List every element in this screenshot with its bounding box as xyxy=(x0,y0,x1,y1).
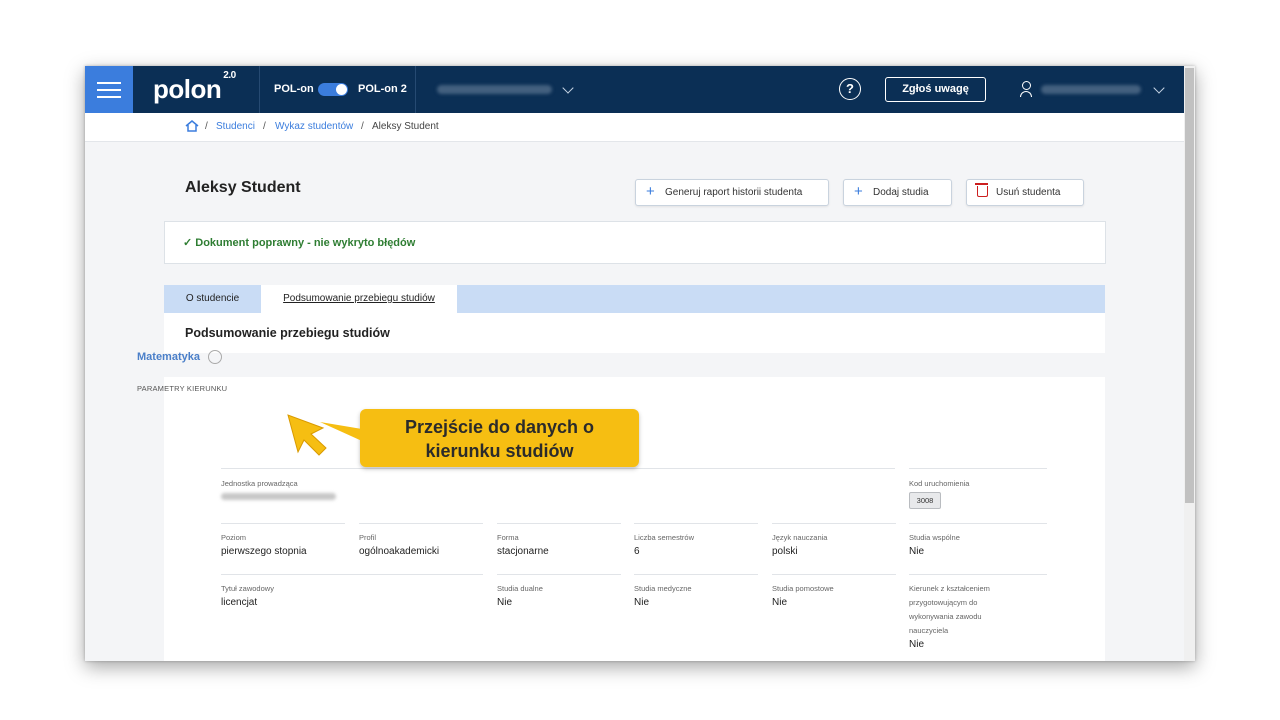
bridging-label: Studia pomostowe xyxy=(772,584,834,593)
callout-line-2: kierunku studiów xyxy=(425,441,574,461)
params-header: PARAMETRY KIERUNKU xyxy=(137,384,228,393)
menu-icon[interactable] xyxy=(85,66,133,113)
callout-line-1: Przejście do danych o xyxy=(404,417,595,437)
info-circle-icon[interactable] xyxy=(208,350,222,364)
profile-label: Profil xyxy=(359,533,377,542)
bridging-value: Nie xyxy=(772,597,788,608)
semesters-label: Liczba semestrów xyxy=(634,533,695,542)
plus-icon: + xyxy=(854,183,863,200)
form-value: stacjonarne xyxy=(497,546,549,557)
app-window: polon 2.0 POL-on POL-on 2 ? Zgłoś uwagę /… xyxy=(85,66,1195,661)
toggle-label-polon2: POL-on 2 xyxy=(358,83,407,95)
launch-code-badge: 3008 xyxy=(909,492,941,509)
joint-studies-label: Studia wspólne xyxy=(909,533,960,542)
validation-status-message: ✓ Dokument poprawny - nie wykryto błędów xyxy=(183,237,416,249)
launch-code-label: Kod uruchomienia xyxy=(909,479,970,488)
tutorial-callout: Przejście do danych o kierunku studiów xyxy=(360,409,639,467)
polon-logo[interactable]: polon 2.0 xyxy=(153,70,236,105)
scrollbar-thumb[interactable] xyxy=(1185,68,1194,503)
teacher-training-value: Nie xyxy=(909,639,925,650)
level-label: Poziom xyxy=(221,533,247,542)
tab-study-summary[interactable]: Podsumowanie przebiegu studiów xyxy=(261,285,457,313)
add-studies-button[interactable]: + Dodaj studia xyxy=(843,179,952,206)
chevron-down-icon xyxy=(1153,82,1165,94)
breadcrumb-student-list[interactable]: Wykaz studentów xyxy=(275,121,353,132)
breadcrumb-current: Aleksy Student xyxy=(372,121,439,132)
semesters-value: 6 xyxy=(634,546,640,557)
chevron-down-icon xyxy=(562,82,574,94)
page-title: Aleksy Student xyxy=(185,179,301,196)
delete-student-button[interactable]: Usuń studenta xyxy=(966,179,1084,206)
medical-value: Nie xyxy=(634,597,650,608)
breadcrumb-students[interactable]: Studenci xyxy=(216,121,255,132)
home-icon[interactable] xyxy=(185,120,199,132)
language-value: polski xyxy=(772,546,798,557)
trash-icon xyxy=(975,183,988,197)
top-nav-bar: polon 2.0 POL-on POL-on 2 ? Zgłoś uwagę xyxy=(85,66,1184,113)
generate-report-button[interactable]: + Generuj raport historii studenta xyxy=(635,179,829,206)
toggle-label-polon: POL-on xyxy=(274,83,314,95)
report-issue-button[interactable]: Zgłoś uwagę xyxy=(885,77,986,102)
unit-value-redacted xyxy=(221,493,336,500)
validation-status-box: ✓ Dokument poprawny - nie wykryto błędów xyxy=(164,221,1106,264)
unit-label: Jednostka prowadząca xyxy=(221,479,298,488)
program-link[interactable]: Matematyka xyxy=(137,351,200,363)
joint-studies-value: Nie xyxy=(909,546,925,557)
language-label: Język nauczania xyxy=(772,533,828,542)
version-toggle[interactable] xyxy=(318,83,348,96)
title-label: Tytuł zawodowy xyxy=(221,584,274,593)
form-label: Forma xyxy=(497,533,519,542)
user-icon xyxy=(1019,81,1033,97)
breadcrumb: / Studenci / Wykaz studentów / Aleksy St… xyxy=(85,113,1184,142)
title-value: licencjat xyxy=(221,597,258,608)
plus-icon: + xyxy=(646,183,655,200)
section-title: Podsumowanie przebiegu studiów xyxy=(185,326,390,340)
tab-about-student[interactable]: O studencie xyxy=(164,285,261,313)
section-header: Podsumowanie przebiegu studiów xyxy=(164,313,1105,353)
profile-value: ogólnoakademicki xyxy=(359,546,440,557)
dual-label: Studia dualne xyxy=(497,584,543,593)
dual-value: Nie xyxy=(497,597,513,608)
level-value: pierwszego stopnia xyxy=(221,546,307,557)
tab-bar: O studencie Podsumowanie przebiegu studi… xyxy=(164,285,1105,313)
medical-label: Studia medyczne xyxy=(634,584,692,593)
help-circle-icon[interactable]: ? xyxy=(839,78,861,100)
